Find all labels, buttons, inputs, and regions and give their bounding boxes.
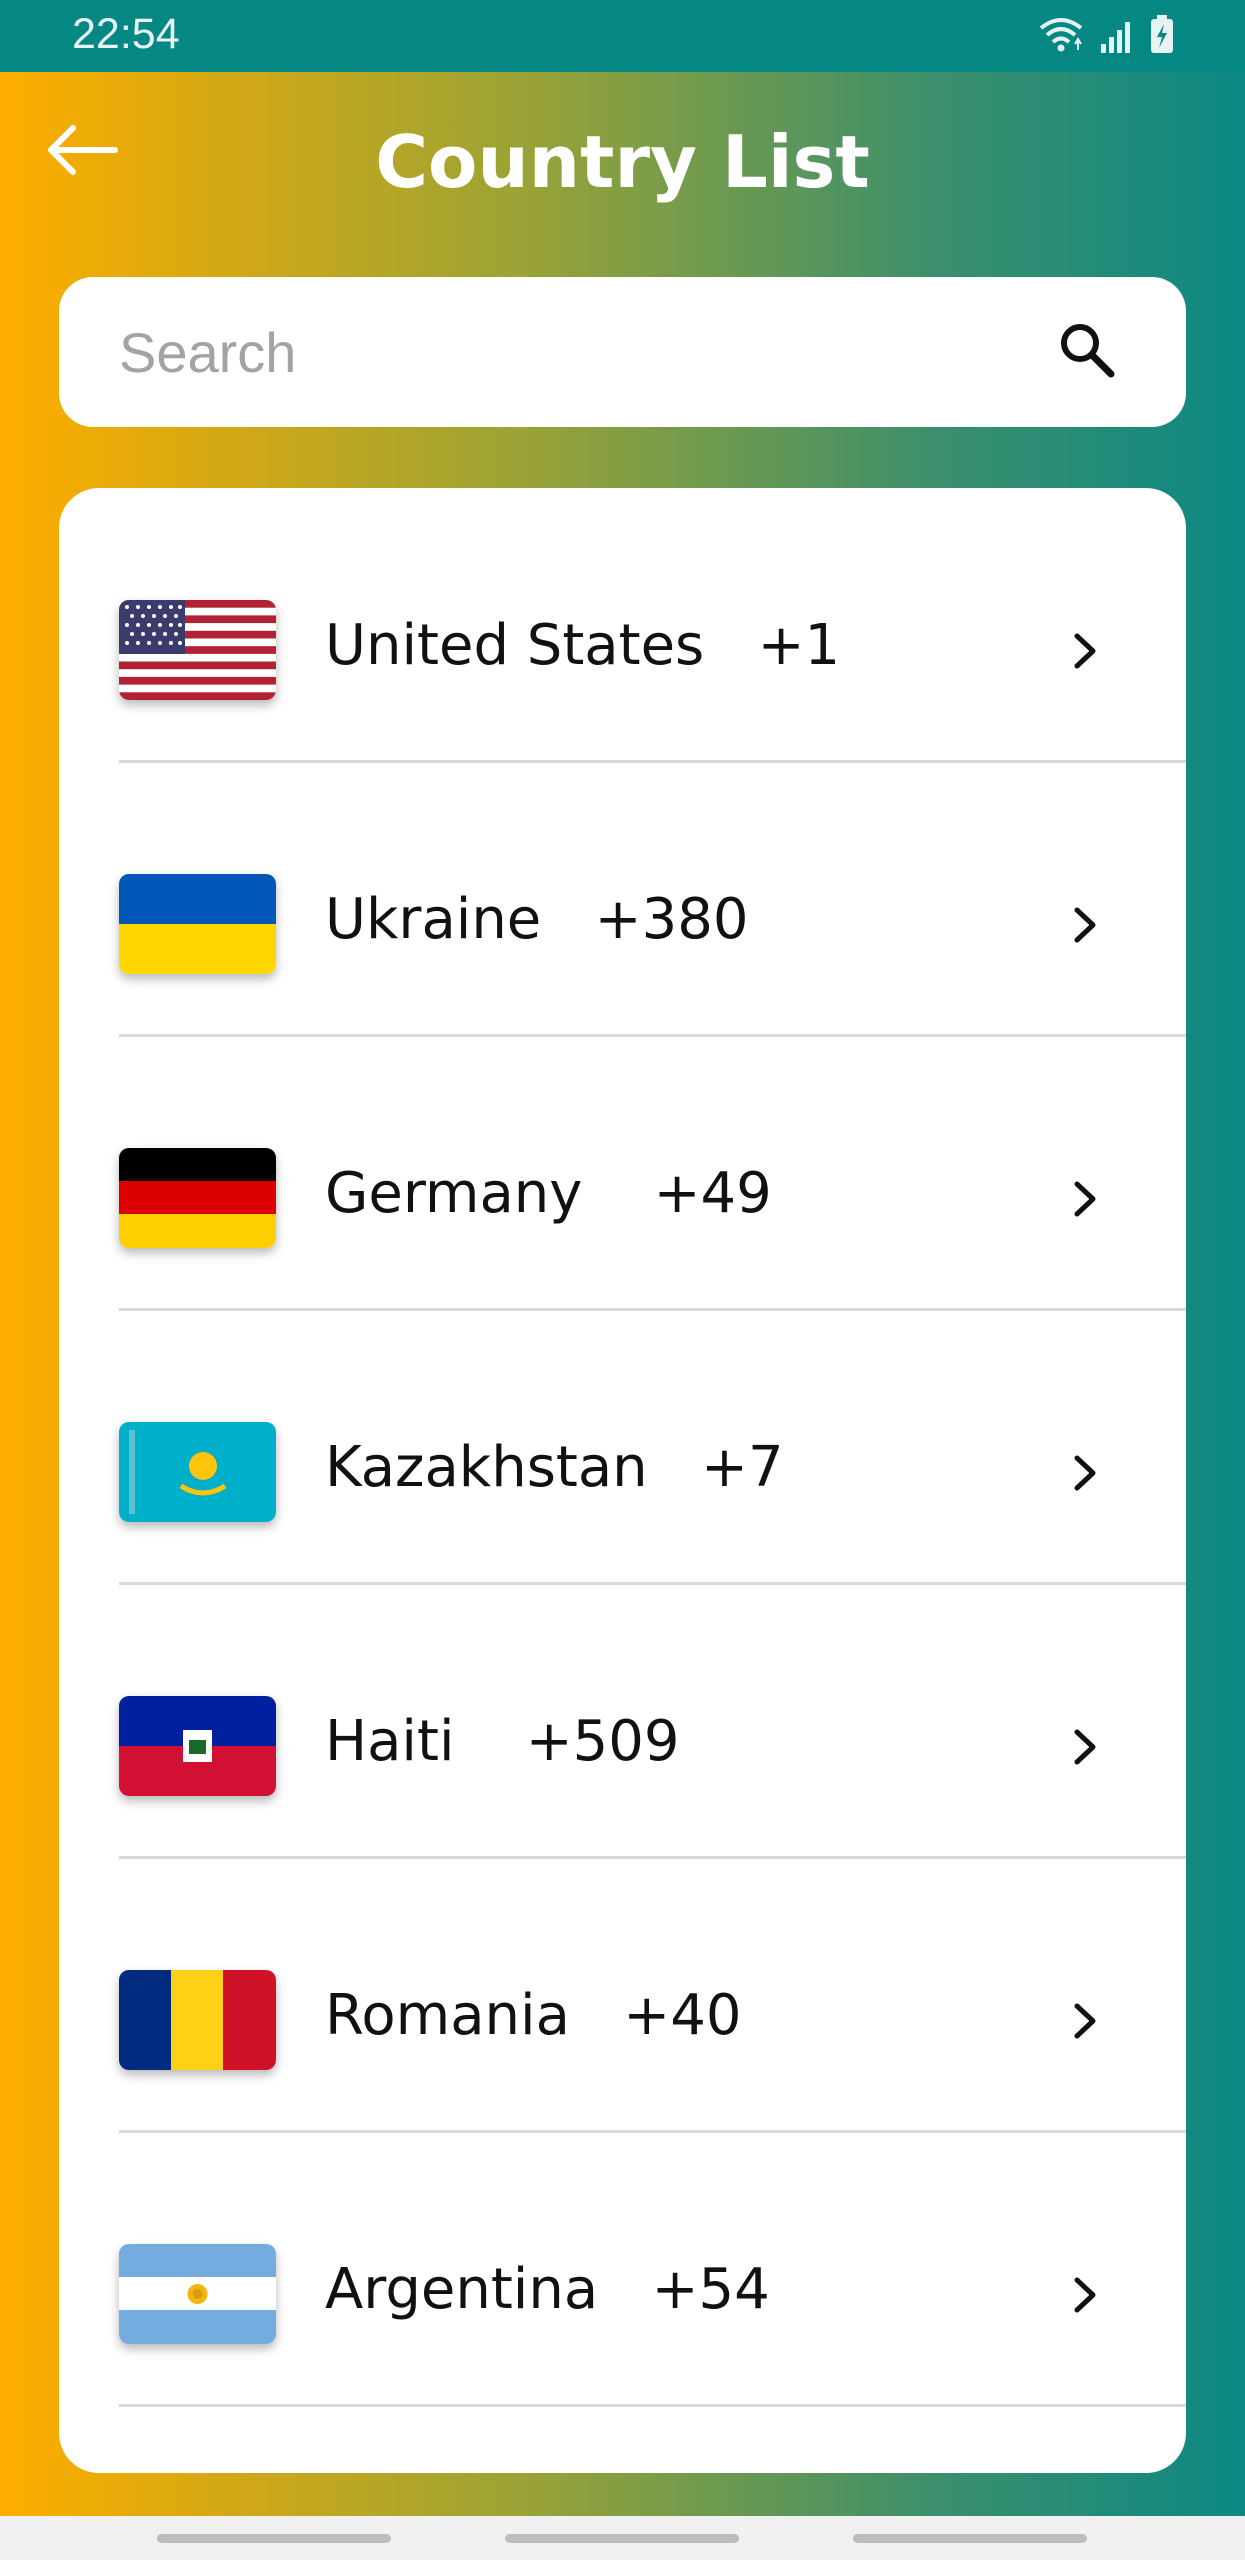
status-icons: [1037, 14, 1175, 54]
country-label: Romania +40: [325, 1983, 741, 2048]
search-input[interactable]: [119, 307, 1019, 397]
nav-recents-handle[interactable]: [157, 2534, 391, 2543]
country-label: Haiti +509: [325, 1709, 680, 1774]
country-row[interactable]: Romania +40: [59, 1858, 1186, 2133]
battery-charging-icon: [1149, 14, 1175, 54]
chevron-right-icon: [1065, 1450, 1105, 1496]
country-name: Ukraine: [325, 887, 542, 952]
argentina-flag-icon: [119, 2244, 276, 2344]
nav-back-handle[interactable]: [853, 2534, 1087, 2543]
romania-flag-icon: [119, 1970, 276, 2070]
germany-flag-icon: [119, 1148, 276, 1248]
chevron-right-icon: [1065, 1998, 1105, 2044]
chevron-right-icon: [1065, 628, 1105, 674]
country-code: +7: [701, 1435, 784, 1500]
country-name: Germany: [325, 1161, 583, 1226]
chevron-right-icon: [1065, 1724, 1105, 1770]
country-code: +380: [594, 887, 749, 952]
country-row[interactable]: Argentina +54: [59, 2132, 1186, 2407]
signal-icon: [1099, 18, 1135, 54]
wifi-icon: [1037, 14, 1085, 54]
country-code: +54: [651, 2257, 770, 2322]
system-nav-bar: [0, 2516, 1245, 2560]
country-label: Kazakhstan +7: [325, 1435, 784, 1500]
search-icon[interactable]: [1055, 318, 1119, 382]
kazakhstan-flag-icon: [119, 1422, 276, 1522]
country-row[interactable]: Germany +49: [59, 1036, 1186, 1311]
country-code: +40: [623, 1983, 742, 2048]
country-label: Argentina +54: [325, 2257, 770, 2322]
country-code: +1: [757, 613, 841, 678]
country-name: United States: [325, 613, 705, 678]
country-name: Romania: [325, 1983, 570, 2048]
country-code: +509: [525, 1709, 680, 1774]
country-label: Germany +49: [325, 1161, 772, 1226]
country-row[interactable]: Ukraine +380: [59, 762, 1186, 1037]
row-divider: [119, 2404, 1186, 2407]
chevron-right-icon: [1065, 1176, 1105, 1222]
country-name: Kazakhstan: [325, 1435, 648, 1500]
ukraine-flag-icon: [119, 874, 276, 974]
country-row[interactable]: Haiti +509: [59, 1584, 1186, 1859]
country-label: Ukraine +380: [325, 887, 748, 952]
status-bar: 22:54: [0, 0, 1245, 72]
chevron-right-icon: [1065, 902, 1105, 948]
chevron-right-icon: [1065, 2272, 1105, 2318]
country-name: Haiti: [325, 1709, 455, 1774]
country-list: United States +1 Ukraine +380 Germany +4…: [59, 488, 1186, 2473]
country-row[interactable]: United States +1: [59, 488, 1186, 763]
us-flag-icon: [119, 600, 276, 700]
country-code: +49: [653, 1161, 772, 1226]
country-row[interactable]: Kazakhstan +7: [59, 1310, 1186, 1585]
status-time: 22:54: [72, 10, 180, 58]
nav-home-handle[interactable]: [505, 2534, 739, 2543]
page-title: Country List: [375, 120, 870, 204]
haiti-flag-icon: [119, 1696, 276, 1796]
country-name: Argentina: [325, 2257, 599, 2322]
search-bar: [59, 277, 1186, 427]
country-label: United States +1: [325, 613, 840, 678]
